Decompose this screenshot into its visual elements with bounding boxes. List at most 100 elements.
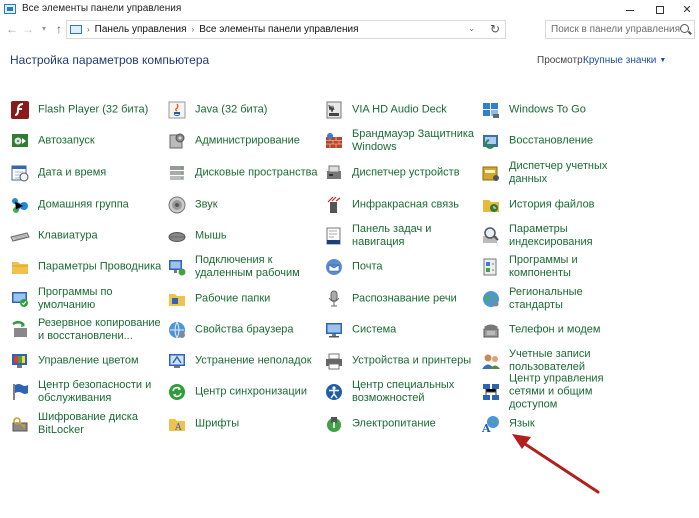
cp-item[interactable]: История файлов: [481, 190, 631, 220]
cp-item-label[interactable]: Резервное копирование и восстановлени...: [38, 317, 168, 343]
cp-item[interactable]: Центр синхронизации: [167, 377, 317, 407]
cp-item-label[interactable]: Шифрование диска BitLocker: [38, 411, 168, 437]
printer-icon: [326, 353, 342, 370]
cp-item[interactable]: Восстановление: [481, 126, 631, 156]
fonts-icon: A: [169, 419, 185, 433]
cp-item-label[interactable]: Центр безопасности и обслуживания: [38, 379, 168, 405]
cp-item[interactable]: Домашняя группа: [10, 190, 160, 220]
cp-item[interactable]: Администрирование: [167, 126, 317, 156]
cp-item-label[interactable]: Управление цветом: [38, 355, 168, 368]
cp-item-label[interactable]: Дисковые пространства: [195, 167, 325, 180]
cp-item[interactable]: Мышь: [167, 221, 317, 251]
cp-item-label[interactable]: VIA HD Audio Deck: [352, 104, 482, 117]
cp-item-label[interactable]: Устройства и принтеры: [352, 355, 482, 368]
cp-item-label[interactable]: Система: [352, 324, 482, 337]
cp-item-label[interactable]: Язык: [509, 418, 639, 431]
bitlocker-icon: [12, 417, 28, 432]
cp-item-label[interactable]: Почта: [352, 261, 482, 274]
cp-item-label[interactable]: Электропитание: [352, 418, 482, 431]
cp-item[interactable]: Электропитание: [324, 409, 474, 439]
cp-item-label[interactable]: Параметры индексирования: [509, 223, 639, 249]
cp-item-label[interactable]: Программы и компоненты: [509, 254, 639, 280]
cp-item[interactable]: Панель задач и навигация: [324, 221, 474, 251]
cp-item-label[interactable]: Параметры Проводника: [38, 261, 168, 274]
cp-item-label[interactable]: Распознавание речи: [352, 293, 482, 306]
cp-item[interactable]: Звук: [167, 190, 317, 220]
cp-item-label[interactable]: Дата и время: [38, 167, 168, 180]
cp-item[interactable]: Flash Player (32 бита): [10, 95, 160, 125]
cp-item-label[interactable]: Региональные стандарты: [509, 286, 639, 312]
cp-item[interactable]: Региональные стандарты: [481, 284, 631, 314]
cp-item[interactable]: Телефон и модем: [481, 315, 631, 345]
cp-item[interactable]: Программы и компоненты: [481, 252, 631, 282]
cp-item[interactable]: Распознавание речи: [324, 284, 474, 314]
cp-item-label[interactable]: Клавиатура: [38, 230, 168, 243]
cp-item[interactable]: Диспетчер учетных данных: [481, 158, 631, 188]
java-icon: [168, 101, 186, 119]
control-panel-items: Flash Player (32 бита) Java (32 бита) VI…: [0, 0, 699, 518]
cp-item-label[interactable]: Центр синхронизации: [195, 386, 325, 399]
cp-item[interactable]: Клавиатура: [10, 221, 160, 251]
cp-item-label[interactable]: Шрифты: [195, 418, 325, 431]
cp-item[interactable]: A Шрифты: [167, 409, 317, 439]
cp-item[interactable]: Почта: [324, 252, 474, 282]
indexing-icon: [483, 227, 499, 243]
cp-item-label[interactable]: Учетные записи пользователей: [509, 348, 639, 374]
cp-item-label[interactable]: Программы по умолчанию: [38, 286, 168, 312]
cp-item[interactable]: Свойства браузера: [167, 315, 317, 345]
cp-item[interactable]: Дисковые пространства: [167, 158, 318, 188]
language-icon: A: [481, 416, 499, 434]
cp-item-label[interactable]: Телефон и модем: [509, 324, 639, 337]
cp-item[interactable]: Центр специальных возможностей: [324, 377, 474, 407]
cp-item-label[interactable]: Автозапуск: [38, 135, 168, 148]
cp-item-label[interactable]: Мышь: [195, 230, 325, 243]
cp-item[interactable]: Рабочие папки: [167, 284, 317, 314]
cp-item[interactable]: Диспетчер устройств: [324, 158, 474, 188]
cp-item-label[interactable]: Диспетчер устройств: [352, 167, 482, 180]
cp-item[interactable]: Программы по умолчанию: [10, 284, 160, 314]
cp-item-label[interactable]: Центр специальных возможностей: [352, 379, 482, 405]
cp-item-label[interactable]: Устранение неполадок: [195, 355, 325, 368]
network-center-icon: [483, 384, 499, 400]
programs-icon: [483, 258, 497, 276]
homegroup-icon: [12, 198, 28, 213]
cp-item[interactable]: Учетные записи пользователей: [481, 346, 631, 376]
cp-item[interactable]: VIA HD Audio Deck: [324, 95, 474, 125]
cp-item[interactable]: Шифрование диска BitLocker: [10, 409, 160, 439]
cp-item-label[interactable]: Свойства браузера: [195, 324, 325, 337]
cp-item-label[interactable]: Администрирование: [195, 135, 325, 148]
cp-item[interactable]: Инфракрасная связь: [324, 190, 474, 220]
cp-item-label[interactable]: Инфракрасная связь: [352, 199, 482, 212]
cp-item-label[interactable]: Java (32 бита): [195, 104, 325, 117]
storage-spaces-icon: [170, 166, 184, 180]
cp-item-label[interactable]: Подключения к удаленным рабочим: [195, 254, 325, 280]
cp-item[interactable]: Устройства и принтеры: [324, 346, 474, 376]
cp-item[interactable]: Резервное копирование и восстановлени...: [10, 315, 161, 345]
cp-item[interactable]: Windows To Go: [481, 95, 631, 125]
cp-item-label[interactable]: Панель задач и навигация: [352, 223, 482, 249]
cp-item-label[interactable]: Восстановление: [509, 135, 639, 148]
cp-item[interactable]: Центр безопасности и обслуживания: [10, 377, 160, 407]
cp-item[interactable]: Брандмауэр Защитника Windows: [324, 126, 474, 156]
cp-item-label[interactable]: Flash Player (32 бита): [38, 104, 168, 117]
cp-item-label[interactable]: Звук: [195, 199, 325, 212]
cp-item[interactable]: Система: [324, 315, 474, 345]
cp-item[interactable]: Автозапуск: [10, 126, 160, 156]
cp-item-label[interactable]: Домашняя группа: [38, 199, 168, 212]
cp-item-label[interactable]: Рабочие папки: [195, 293, 325, 306]
cp-item[interactable]: Java (32 бита): [167, 95, 317, 125]
work-folders-icon: [169, 294, 185, 306]
cp-item[interactable]: Центр управления сетями и общим доступом: [481, 373, 631, 411]
cp-item-label[interactable]: Диспетчер учетных данных: [509, 160, 639, 186]
cp-item-label[interactable]: История файлов: [509, 199, 639, 212]
cp-item[interactable]: Управление цветом: [10, 346, 160, 376]
cp-item[interactable]: Устранение неполадок: [167, 346, 317, 376]
cp-item-label[interactable]: Брандмауэр Защитника Windows: [352, 128, 482, 154]
cp-item-label[interactable]: Центр управления сетями и общим доступом: [509, 373, 639, 412]
cp-item[interactable]: Параметры Проводника: [10, 252, 161, 282]
cp-item[interactable]: Параметры индексирования: [481, 221, 631, 251]
cp-item[interactable]: Подключения к удаленным рабочим: [167, 252, 317, 282]
cp-item[interactable]: A Язык: [481, 409, 631, 439]
cp-item[interactable]: Дата и время: [10, 158, 160, 188]
cp-item-label[interactable]: Windows To Go: [509, 104, 639, 117]
